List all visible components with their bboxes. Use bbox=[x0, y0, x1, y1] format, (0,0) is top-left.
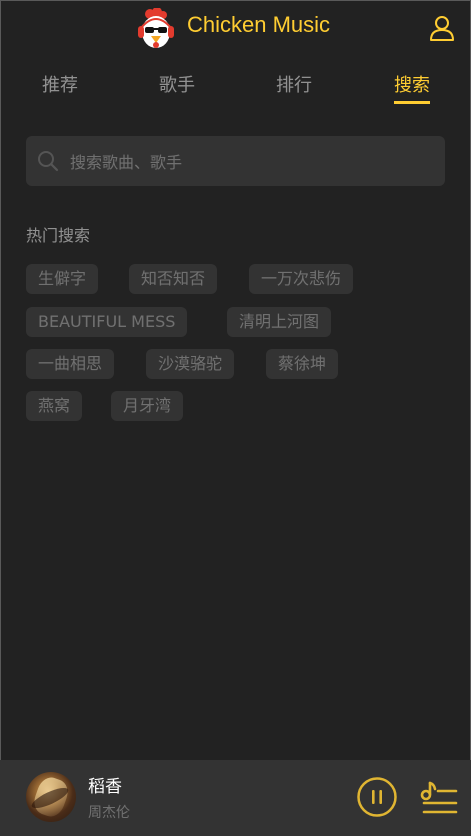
tab-label: 歌手 bbox=[159, 75, 195, 96]
hot-search-tag[interactable]: BEAUTIFUL MESS bbox=[26, 307, 188, 337]
hot-search-tag[interactable]: 月牙湾 bbox=[111, 391, 184, 421]
hot-search-tag[interactable]: 蔡徐坤 bbox=[266, 349, 339, 379]
tab-search[interactable]: 搜索 bbox=[394, 71, 430, 104]
search-box[interactable] bbox=[26, 136, 445, 188]
user-icon[interactable] bbox=[428, 14, 456, 42]
tab-label: 搜索 bbox=[394, 75, 430, 96]
song-name: 稻香 bbox=[88, 777, 122, 797]
hot-search-tag[interactable]: 一万次悲伤 bbox=[249, 264, 354, 294]
singer-name: 周杰伦 bbox=[88, 805, 130, 821]
app-title: Chicken Music bbox=[187, 12, 331, 37]
pause-icon[interactable] bbox=[356, 776, 398, 818]
tab-bar: 推荐 歌手 排行 搜索 bbox=[0, 60, 471, 106]
hot-search-title: 热门搜索 bbox=[26, 226, 91, 245]
hot-search-tag[interactable]: 燕窝 bbox=[26, 391, 83, 421]
playlist-icon[interactable] bbox=[418, 778, 458, 816]
header: Chicken Music bbox=[0, 0, 471, 56]
search-input[interactable] bbox=[68, 136, 432, 188]
hot-search-tag[interactable]: 一曲相思 bbox=[26, 349, 115, 379]
tab-singer[interactable]: 歌手 bbox=[159, 71, 195, 97]
hot-search-tag[interactable]: 知否知否 bbox=[129, 264, 218, 294]
mini-player[interactable]: 稻香 周杰伦 bbox=[0, 760, 471, 836]
tab-label: 推荐 bbox=[42, 75, 78, 96]
album-cover[interactable] bbox=[26, 772, 76, 822]
search-icon bbox=[38, 151, 59, 172]
tab-recommend[interactable]: 推荐 bbox=[42, 71, 78, 97]
hot-search-tag[interactable]: 沙漠骆驼 bbox=[146, 349, 235, 379]
chicken-logo-icon bbox=[138, 8, 174, 48]
hot-search-tag[interactable]: 清明上河图 bbox=[227, 307, 332, 337]
tab-label: 排行 bbox=[276, 75, 312, 96]
hot-search-tag[interactable]: 生僻字 bbox=[26, 264, 99, 294]
active-tab-underline bbox=[394, 101, 430, 104]
tab-rank[interactable]: 排行 bbox=[276, 71, 312, 97]
